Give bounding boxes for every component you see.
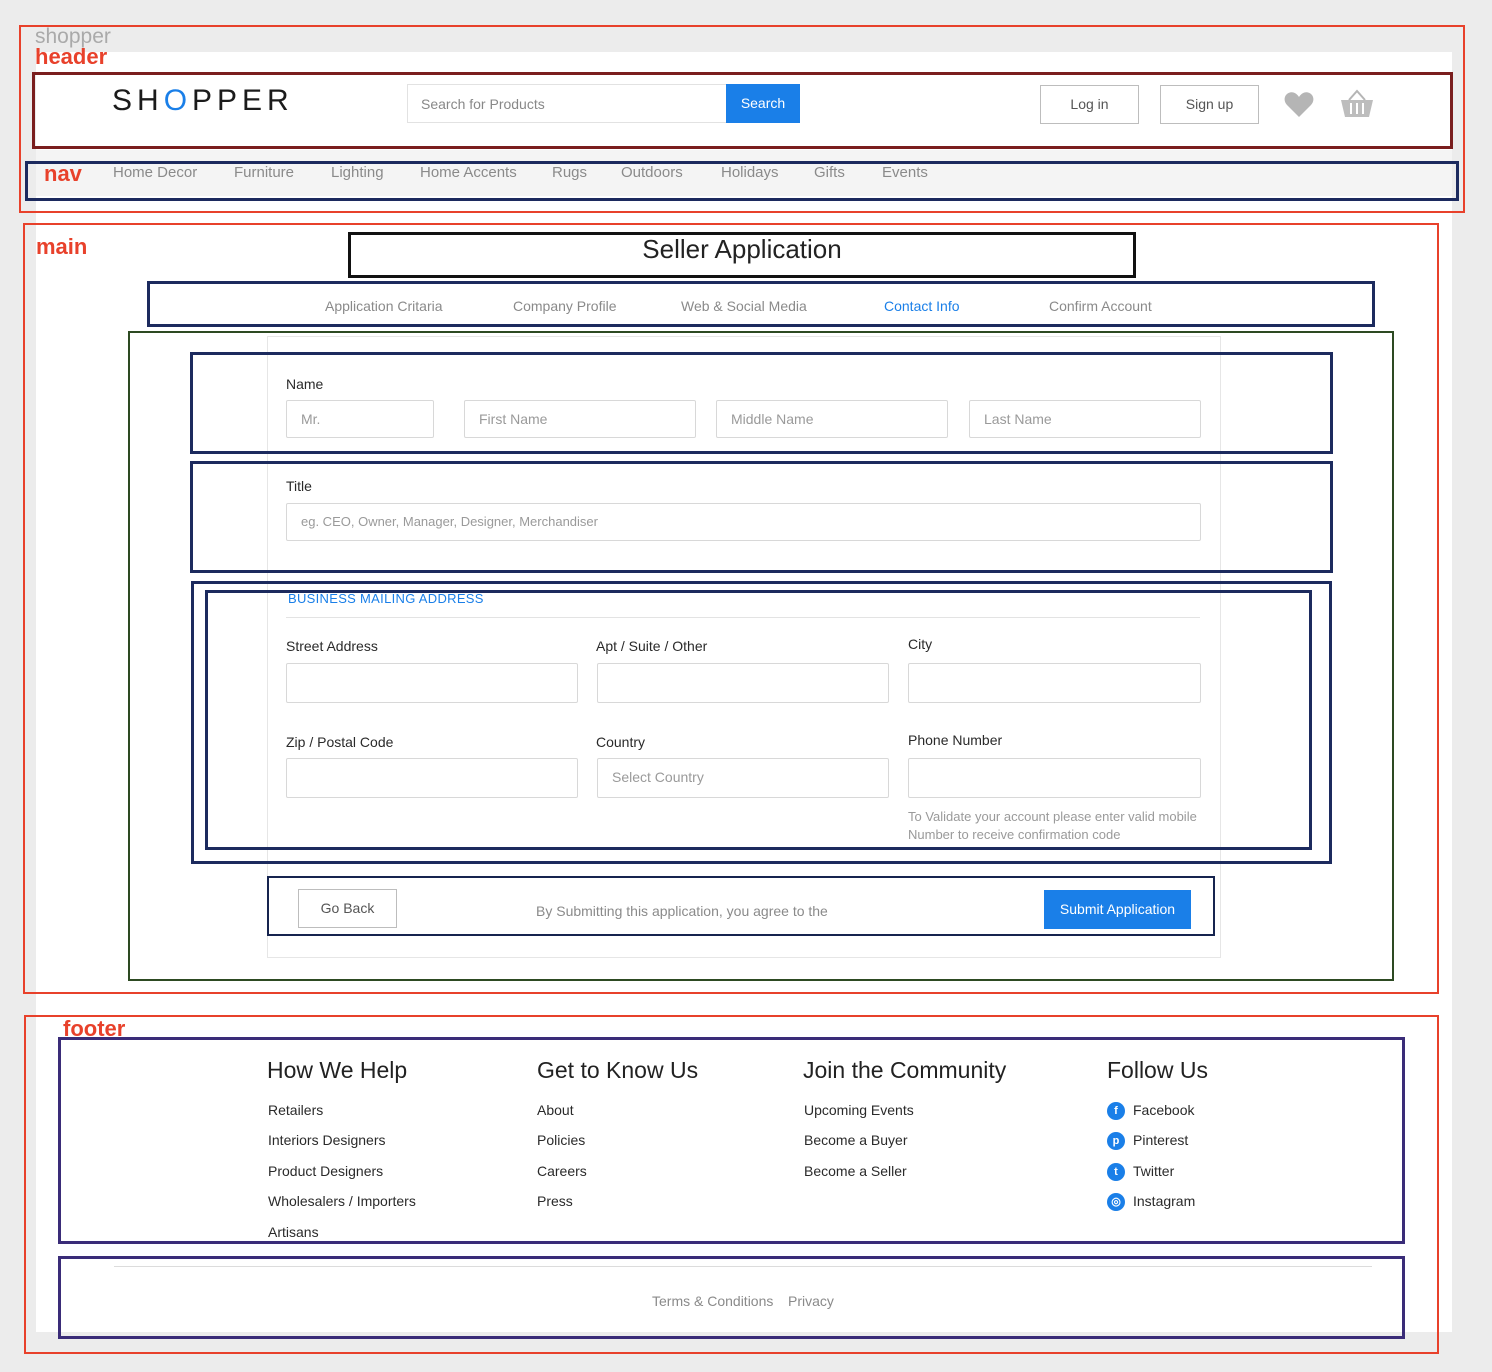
apt-suite-label: Apt / Suite / Other xyxy=(596,638,708,654)
phone-hint: To Validate your account please enter va… xyxy=(908,809,1197,842)
footer-divider xyxy=(114,1266,1372,1267)
apt-suite-input[interactable] xyxy=(597,663,889,703)
footer-link-pinterest[interactable]: Pinterest xyxy=(1133,1132,1188,1148)
footer-link-become-a-seller[interactable]: Become a Seller xyxy=(804,1163,907,1179)
privacy-link[interactable]: Privacy xyxy=(788,1293,834,1309)
pinterest-icon[interactable]: p xyxy=(1107,1132,1125,1150)
login-button[interactable]: Log in xyxy=(1040,85,1139,124)
go-back-button[interactable]: Go Back xyxy=(298,889,397,928)
footer-link-policies[interactable]: Policies xyxy=(537,1132,585,1148)
step-contact-info[interactable]: Contact Info xyxy=(884,298,960,314)
footer-link-wholesalers[interactable]: Wholesalers / Importers xyxy=(268,1193,416,1209)
shopper-logo[interactable]: SHOPPER xyxy=(112,84,294,118)
footer-heading-follow-us: Follow Us xyxy=(1107,1057,1208,1083)
name-prefix-select[interactable]: Mr. xyxy=(286,400,434,438)
nav-item-furniture[interactable]: Furniture xyxy=(234,164,294,181)
search-button[interactable]: Search xyxy=(726,84,800,123)
address-divider xyxy=(286,617,1200,618)
nav-item-outdoors[interactable]: Outdoors xyxy=(621,164,683,181)
terms-link[interactable]: Terms & Conditions xyxy=(652,1293,773,1309)
footer-link-become-a-buyer[interactable]: Become a Buyer xyxy=(804,1132,908,1148)
country-select[interactable]: Select Country xyxy=(597,758,889,798)
footer-annotation: footer xyxy=(63,1016,126,1041)
step-application-criteria[interactable]: Application Critaria xyxy=(325,298,443,314)
nav-item-events[interactable]: Events xyxy=(882,164,928,181)
instagram-icon[interactable]: ◎ xyxy=(1107,1193,1125,1211)
business-mailing-address-heading: BUSINESS MAILING ADDRESS xyxy=(288,591,484,606)
footer-link-instagram[interactable]: Instagram xyxy=(1133,1193,1195,1209)
nav-item-home-decor[interactable]: Home Decor xyxy=(113,164,197,181)
street-address-input[interactable] xyxy=(286,663,578,703)
footer-link-retailers[interactable]: Retailers xyxy=(268,1102,323,1118)
footer-link-about[interactable]: About xyxy=(537,1102,574,1118)
footer-link-careers[interactable]: Careers xyxy=(537,1163,587,1179)
zip-label: Zip / Postal Code xyxy=(286,734,394,750)
footer-link-product-designers[interactable]: Product Designers xyxy=(268,1163,383,1179)
phone-input[interactable] xyxy=(908,758,1201,798)
nav-item-rugs[interactable]: Rugs xyxy=(552,164,587,181)
submit-application-button[interactable]: Submit Application xyxy=(1044,890,1191,929)
page-title: Seller Application xyxy=(642,234,842,264)
facebook-icon[interactable]: f xyxy=(1107,1102,1125,1120)
footer-link-facebook[interactable]: Facebook xyxy=(1133,1102,1194,1118)
search-input[interactable]: Search for Products xyxy=(407,84,727,123)
signup-button[interactable]: Sign up xyxy=(1160,85,1259,124)
footer-heading-how-we-help: How We Help xyxy=(267,1057,408,1083)
middle-name-input[interactable]: Middle Name xyxy=(716,400,948,438)
step-company-profile[interactable]: Company Profile xyxy=(513,298,617,314)
footer-heading-join-the-community: Join the Community xyxy=(803,1057,1007,1083)
first-name-input[interactable]: First Name xyxy=(464,400,696,438)
name-label: Name xyxy=(286,376,324,392)
step-web-social-media[interactable]: Web & Social Media xyxy=(681,298,807,314)
city-label: City xyxy=(908,636,933,652)
footer-link-upcoming-events[interactable]: Upcoming Events xyxy=(804,1102,914,1118)
footer-heading-get-to-know-us: Get to Know Us xyxy=(537,1057,699,1083)
phone-label: Phone Number xyxy=(908,732,1003,748)
footer-link-press[interactable]: Press xyxy=(537,1193,573,1209)
main-annotation: main xyxy=(36,234,88,259)
title-label: Title xyxy=(286,478,312,494)
nav-item-home-accents[interactable]: Home Accents xyxy=(420,164,517,181)
zip-input[interactable] xyxy=(286,758,578,798)
heart-icon[interactable] xyxy=(1284,91,1314,118)
cart-icon[interactable] xyxy=(1340,89,1374,119)
last-name-input[interactable]: Last Name xyxy=(969,400,1201,438)
nav-item-holidays[interactable]: Holidays xyxy=(721,164,779,181)
twitter-icon[interactable]: t xyxy=(1107,1163,1125,1181)
title-input[interactable]: eg. CEO, Owner, Manager, Designer, Merch… xyxy=(286,503,1201,541)
nav-item-lighting[interactable]: Lighting xyxy=(331,164,384,181)
nav-annotation: nav xyxy=(44,161,82,186)
nav-item-gifts[interactable]: Gifts xyxy=(814,164,845,181)
step-confirm-account[interactable]: Confirm Account xyxy=(1049,298,1152,314)
street-address-label: Street Address xyxy=(286,638,378,654)
city-input[interactable] xyxy=(908,663,1201,703)
footer-link-interiors-designers[interactable]: Interiors Designers xyxy=(268,1132,386,1148)
footer-link-twitter[interactable]: Twitter xyxy=(1133,1163,1174,1179)
footer-link-artisans[interactable]: Artisans xyxy=(268,1224,319,1240)
agreement-text: By Submitting this application, you agre… xyxy=(536,903,828,919)
header-annotation: header xyxy=(35,44,108,69)
country-label: Country xyxy=(596,734,646,750)
